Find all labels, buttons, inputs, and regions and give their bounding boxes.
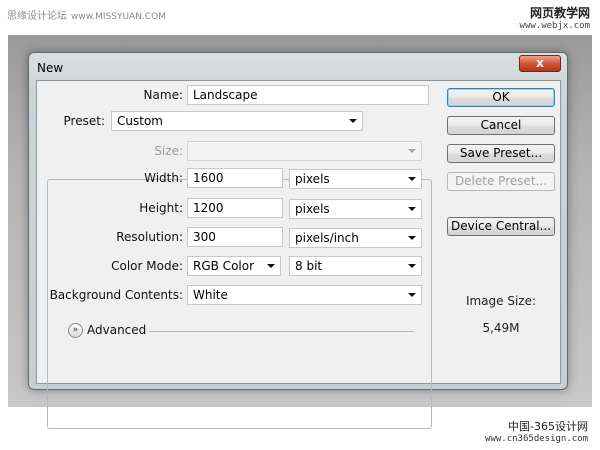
watermark-top-right-text: 网页教学网	[529, 6, 590, 20]
advanced-label[interactable]: Advanced	[87, 323, 146, 337]
chevron-down-icon	[408, 293, 416, 297]
width-input[interactable]: 1600	[187, 168, 283, 188]
watermark-top-left: 思缘设计论坛 www.MISSYUAN.COM	[7, 7, 166, 22]
watermark-bottom-right: 中国-365设计网 www.cn365design.com	[485, 418, 588, 444]
image-size-label: Image Size:	[465, 294, 537, 308]
size-label: Size:	[154, 144, 183, 158]
device-central-button[interactable]: Device Central...	[447, 217, 555, 236]
background-contents-select[interactable]: White	[187, 285, 422, 305]
resolution-unit-select[interactable]: pixels/inch	[289, 228, 422, 248]
double-chevron-down-icon[interactable]: »	[68, 323, 83, 338]
delete-preset-button: Delete Preset...	[447, 172, 555, 191]
height-label: Height:	[139, 201, 183, 215]
dialog-titlebar[interactable]: New x	[29, 53, 567, 81]
name-label: Name:	[143, 88, 183, 102]
chevron-down-icon	[408, 207, 416, 211]
dialog-title: New	[37, 61, 64, 75]
new-document-dialog: New x Name: Landscape Preset: Custom Siz…	[28, 52, 568, 429]
desktop-background: New x Name: Landscape Preset: Custom Siz…	[8, 35, 592, 429]
resolution-label: Resolution:	[116, 230, 183, 244]
ok-button[interactable]: OK	[447, 88, 555, 107]
width-unit-value: pixels	[295, 172, 330, 186]
watermark-top-right: 网页教学网 www.webjx.com	[520, 4, 590, 31]
name-input[interactable]: Landscape	[187, 85, 429, 105]
bit-depth-select[interactable]: 8 bit	[289, 256, 422, 276]
resolution-input[interactable]: 300	[187, 227, 283, 247]
watermark-top-right-url: www.webjx.com	[519, 21, 590, 31]
close-icon: x	[536, 56, 544, 70]
height-unit-value: pixels	[295, 202, 330, 216]
preset-label: Preset:	[57, 114, 107, 128]
color-mode-value: RGB Color	[193, 259, 255, 273]
width-label: Width:	[144, 171, 183, 185]
cancel-button[interactable]: Cancel	[447, 116, 555, 135]
image-size-value: 5,49M	[482, 321, 520, 335]
close-button[interactable]: x	[519, 55, 561, 72]
height-input[interactable]: 1200	[187, 198, 283, 218]
watermark-top-left-text: 思缘设计论坛	[7, 11, 67, 22]
resolution-unit-value: pixels/inch	[295, 231, 359, 245]
color-mode-select[interactable]: RGB Color	[187, 256, 281, 276]
chevron-down-icon	[267, 264, 275, 268]
watermark-top-left-url: www.MISSYUAN.COM	[71, 12, 166, 22]
color-mode-label: Color Mode:	[111, 259, 183, 273]
watermark-bottom-right-url: www.cn365design.com	[485, 434, 588, 444]
background-contents-label: Background Contents:	[49, 288, 183, 302]
width-unit-select[interactable]: pixels	[289, 169, 422, 189]
size-select	[187, 141, 422, 161]
chevron-down-icon	[408, 149, 416, 153]
height-unit-select[interactable]: pixels	[289, 199, 422, 219]
chevron-down-icon	[349, 119, 357, 123]
chevron-down-icon	[408, 177, 416, 181]
advanced-divider	[149, 331, 414, 332]
bit-depth-value: 8 bit	[295, 259, 323, 273]
chevron-down-icon	[408, 264, 416, 268]
watermark-bottom-right-text: 中国-365设计网	[508, 420, 588, 433]
preset-select[interactable]: Custom	[111, 111, 363, 131]
save-preset-button[interactable]: Save Preset...	[447, 144, 555, 163]
preset-value: Custom	[117, 114, 163, 128]
chevron-down-icon	[408, 236, 416, 240]
dialog-body: Name: Landscape Preset: Custom Size: Wid…	[36, 80, 561, 429]
background-contents-value: White	[193, 288, 228, 302]
